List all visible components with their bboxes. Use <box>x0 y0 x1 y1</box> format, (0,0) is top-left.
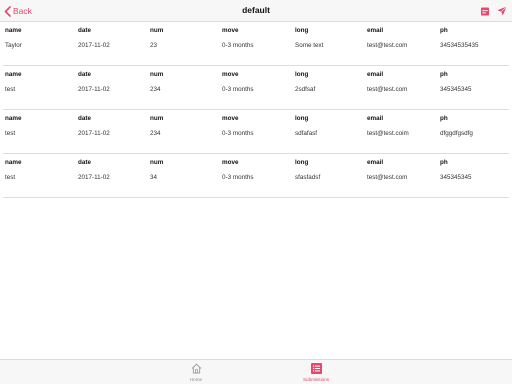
column-header-date: date <box>78 71 91 78</box>
column-header-num: num <box>150 27 164 34</box>
submission-header-row: name date num move long email ph <box>0 70 512 80</box>
cell-email: test@test.coim <box>367 130 409 137</box>
column-header-email: email <box>367 159 384 166</box>
submission-header-row: name date num move long email ph <box>0 26 512 36</box>
cell-name: Taylor <box>5 42 22 49</box>
cell-date: 2017-11-02 <box>78 42 110 49</box>
tab-home[interactable]: Home <box>166 363 226 382</box>
column-header-long: long <box>295 71 309 78</box>
cell-ph: 345345345 <box>440 174 472 181</box>
column-header-long: long <box>295 115 309 122</box>
cell-move: 0-3 months <box>222 174 254 181</box>
column-header-name: name <box>5 27 22 34</box>
cell-name: test <box>5 130 16 137</box>
tab-bar: Home Submissions <box>0 359 512 384</box>
cell-ph: dfggdfgsdfg <box>440 130 473 137</box>
column-header-name: name <box>5 71 22 78</box>
cell-date: 2017-11-02 <box>78 174 110 181</box>
tab-submissions[interactable]: Submissions <box>286 363 346 382</box>
column-header-email: email <box>367 115 384 122</box>
cell-long: sfasfadsf <box>295 174 321 181</box>
column-header-ph: ph <box>440 115 448 122</box>
column-header-name: name <box>5 159 22 166</box>
column-header-ph: ph <box>440 71 448 78</box>
submission-card[interactable]: name date num move long email ph test 2017-11-02… <box>0 66 512 110</box>
submission-card[interactable]: name date num move long email ph Taylor 2017-11-… <box>0 22 512 66</box>
cell-name: test <box>5 174 16 181</box>
column-header-move: move <box>222 159 239 166</box>
send-icon <box>497 6 507 16</box>
submission-header-row: name date num move long email ph <box>0 158 512 168</box>
column-header-date: date <box>78 115 91 122</box>
submission-list[interactable]: name date num move long email ph Taylor 2017-11-… <box>0 22 512 198</box>
submission-header-row: name date num move long email ph <box>0 114 512 124</box>
cell-long: 2sdfsaf <box>295 86 316 93</box>
column-header-move: move <box>222 115 239 122</box>
column-header-long: long <box>295 27 309 34</box>
column-header-move: move <box>222 27 239 34</box>
column-header-num: num <box>150 71 164 78</box>
cell-email: test@test.com <box>367 174 408 181</box>
cell-long: sdfafasf <box>295 130 318 137</box>
cell-num: 234 <box>150 130 161 137</box>
tab-submissions-label: Submissions <box>302 377 330 382</box>
cell-email: test@test.com <box>367 86 408 93</box>
column-header-ph: ph <box>440 159 448 166</box>
list-icon <box>310 363 322 374</box>
calendar-button[interactable] <box>479 5 491 17</box>
column-header-num: num <box>150 159 164 166</box>
submission-card[interactable]: name date num move long email ph test 2017-11-02… <box>0 110 512 154</box>
submission-value-row: test 2017-11-02 34 0-3 months sfasfadsf test@… <box>0 173 512 183</box>
cell-email: test@test.com <box>367 42 408 49</box>
cell-date: 2017-11-02 <box>78 86 110 93</box>
cell-name: test <box>5 86 16 93</box>
column-header-num: num <box>150 115 164 122</box>
send-button[interactable] <box>496 5 508 17</box>
navigation-bar: Back default <box>0 0 512 22</box>
home-icon <box>191 363 201 374</box>
column-header-date: date <box>78 27 91 34</box>
cell-num: 23 <box>150 42 158 49</box>
tab-home-label: Home <box>189 377 203 382</box>
submission-value-row: Taylor 2017-11-02 23 0-3 months Some text tes… <box>0 41 512 51</box>
column-header-name: name <box>5 115 22 122</box>
cell-num: 234 <box>150 86 161 93</box>
column-header-email: email <box>367 27 384 34</box>
submission-card[interactable]: name date num move long email ph test 2017-11-02… <box>0 154 512 198</box>
page-title: default <box>242 5 270 15</box>
column-header-move: move <box>222 71 239 78</box>
column-header-date: date <box>78 159 91 166</box>
calendar-icon <box>481 7 489 16</box>
cell-date: 2017-11-02 <box>78 130 110 137</box>
cell-num: 34 <box>150 174 158 181</box>
column-header-ph: ph <box>440 27 448 34</box>
column-header-email: email <box>367 71 384 78</box>
cell-ph: 34534535435 <box>440 42 479 49</box>
cell-long: Some text <box>295 42 324 49</box>
cell-move: 0-3 months <box>222 42 254 49</box>
column-header-long: long <box>295 159 309 166</box>
cell-ph: 345345345 <box>440 86 472 93</box>
submission-value-row: test 2017-11-02 234 0-3 months sdfafasf test@… <box>0 129 512 139</box>
submission-value-row: test 2017-11-02 234 0-3 months 2sdfsaf test@t… <box>0 85 512 95</box>
cell-move: 0-3 months <box>222 130 254 137</box>
cell-move: 0-3 months <box>222 86 254 93</box>
